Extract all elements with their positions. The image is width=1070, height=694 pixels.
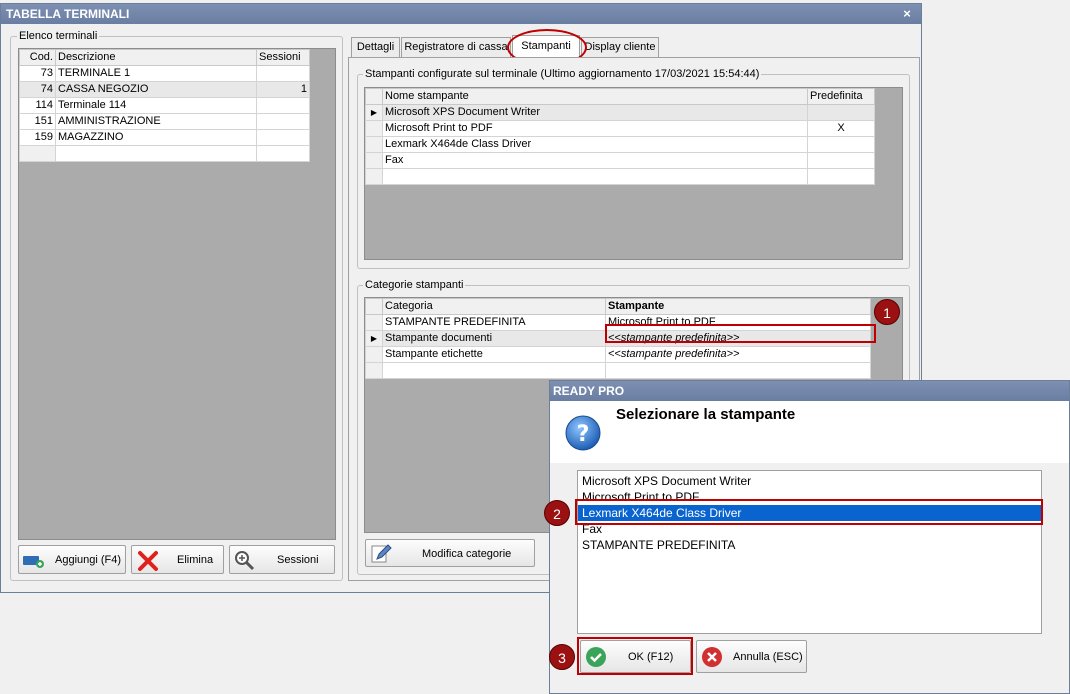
cell-nome: Microsoft XPS Document Writer	[382, 104, 808, 121]
terminals-group-label: Elenco terminali	[17, 30, 100, 42]
cell-sessioni	[256, 65, 310, 82]
highlight-lexmark-option	[575, 499, 1043, 525]
col-header-predefinita[interactable]: Predefinita	[807, 88, 875, 105]
cell-descrizione: TERMINALE 1	[55, 65, 257, 82]
highlight-stampante-documenti	[605, 324, 876, 343]
table-row[interactable]: 73 TERMINALE 1	[19, 65, 310, 82]
cell-descrizione: AMMINISTRAZIONE	[55, 113, 257, 130]
delete-x-icon	[137, 550, 159, 575]
cell-sessioni	[256, 129, 310, 146]
row-pointer-icon: ▶	[365, 330, 383, 347]
cell-descrizione: MAGAZZINO	[55, 129, 257, 146]
edit-pencil-icon	[370, 543, 392, 568]
col-header-cod[interactable]: Cod.	[19, 49, 56, 66]
cell-cod: 73	[19, 65, 56, 82]
add-terminal-icon	[23, 554, 45, 568]
table-row[interactable]: Stampante etichette <<stampante predefin…	[365, 346, 871, 363]
printers-grid[interactable]: Nome stampante Predefinita ▶ Microsoft X…	[364, 87, 903, 260]
tab-registratore[interactable]: Registratore di cassa	[401, 37, 511, 57]
cell-cod: 159	[19, 129, 56, 146]
sessions-button-label: Sessioni	[277, 554, 319, 566]
table-row[interactable]: ▶ Microsoft XPS Document Writer	[365, 104, 875, 121]
delete-button[interactable]: Elimina	[131, 545, 224, 574]
cell-stampante: <<stampante predefinita>>	[605, 346, 871, 363]
col-header-descrizione[interactable]: Descrizione	[55, 49, 257, 66]
table-row[interactable]: Lexmark X464de Class Driver	[365, 136, 875, 153]
table-row[interactable]: 159 MAGAZZINO	[19, 129, 310, 146]
col-header-sessioni[interactable]: Sessioni	[256, 49, 310, 66]
cell-descrizione: CASSA NEGOZIO	[55, 81, 257, 98]
dialog-heading: Selezionare la stampante	[616, 406, 796, 423]
edit-categories-button[interactable]: Modifica categorie	[365, 539, 535, 567]
list-item[interactable]: STAMPANTE PREDEFINITA	[578, 537, 1041, 553]
list-item[interactable]: Microsoft XPS Document Writer	[578, 473, 1041, 489]
window-title: TABELLA TERMINALI	[1, 4, 921, 24]
add-button-label: Aggiungi (F4)	[55, 554, 122, 566]
table-row[interactable]: Fax	[365, 152, 875, 169]
step-badge-3: 3	[549, 644, 575, 670]
table-row[interactable]: Microsoft Print to PDF X	[365, 120, 875, 137]
printers-group-label: Stampanti configurate sul terminale (Ult…	[363, 68, 762, 80]
cell-descrizione: Terminale 114	[55, 97, 257, 114]
delete-button-label: Elimina	[177, 554, 214, 566]
cell-categoria: Stampante etichette	[382, 346, 606, 363]
table-row-new[interactable]	[365, 168, 875, 185]
add-button[interactable]: Aggiungi (F4)	[18, 545, 126, 574]
cell-sessioni	[256, 97, 310, 114]
table-row[interactable]: 151 AMMINISTRAZIONE	[19, 113, 310, 130]
cancel-button[interactable]: Annulla (ESC)	[696, 640, 807, 673]
cell-sessioni	[256, 113, 310, 130]
cell-predefinita	[807, 104, 875, 121]
dialog-header: ? Selezionare la stampante	[550, 401, 1069, 463]
edit-categories-label: Modifica categorie	[422, 548, 512, 560]
question-icon: ?	[564, 414, 602, 455]
cell-predefinita: X	[807, 120, 875, 137]
terminals-table: Cod. Descrizione Sessioni 73 TERMINALE 1…	[19, 49, 310, 162]
table-row[interactable]: 74 CASSA NEGOZIO 1	[19, 81, 310, 98]
tab-dettagli[interactable]: Dettagli	[351, 37, 400, 57]
row-pointer-icon: ▶	[365, 104, 383, 121]
cell-cod: 114	[19, 97, 56, 114]
tab-strip: Dettagli Registratore di cassa Stampanti…	[351, 35, 921, 59]
step-badge-1: 1	[874, 299, 900, 325]
cell-categoria: STAMPANTE PREDEFINITA	[382, 314, 606, 331]
step-badge-2: 2	[544, 500, 570, 526]
sessions-button[interactable]: Sessioni	[229, 545, 335, 574]
dialog-title: READY PRO	[550, 381, 1069, 401]
col-header-stampante[interactable]: Stampante	[605, 298, 871, 315]
cell-cod: 74	[19, 81, 56, 98]
highlight-ok-button	[577, 637, 693, 675]
cell-sessioni: 1	[256, 81, 310, 98]
cell-nome: Lexmark X464de Class Driver	[382, 136, 808, 153]
tab-display-cliente[interactable]: Display cliente	[581, 37, 659, 57]
cell-nome: Fax	[382, 152, 808, 169]
svg-text:?: ?	[577, 422, 590, 447]
close-icon[interactable]: ×	[897, 4, 917, 24]
categories-group-label: Categorie stampanti	[363, 279, 466, 291]
cancel-x-icon	[701, 646, 723, 671]
col-header-nome-stampante[interactable]: Nome stampante	[382, 88, 808, 105]
cell-categoria: Stampante documenti	[382, 330, 606, 347]
table-row[interactable]: 114 Terminale 114	[19, 97, 310, 114]
cell-cod: 151	[19, 113, 56, 130]
cell-predefinita	[807, 136, 875, 153]
printers-table: Nome stampante Predefinita ▶ Microsoft X…	[365, 88, 875, 185]
table-row-new[interactable]	[19, 145, 310, 162]
cancel-button-label: Annulla (ESC)	[733, 651, 803, 663]
terminals-grid[interactable]: Cod. Descrizione Sessioni 73 TERMINALE 1…	[18, 48, 336, 540]
cell-nome: Microsoft Print to PDF	[382, 120, 808, 137]
cell-predefinita	[807, 152, 875, 169]
magnifier-icon	[233, 549, 255, 574]
printer-listbox[interactable]: Microsoft XPS Document Writer Microsoft …	[577, 470, 1042, 634]
col-header-categoria[interactable]: Categoria	[382, 298, 606, 315]
table-row-new[interactable]	[365, 362, 871, 379]
